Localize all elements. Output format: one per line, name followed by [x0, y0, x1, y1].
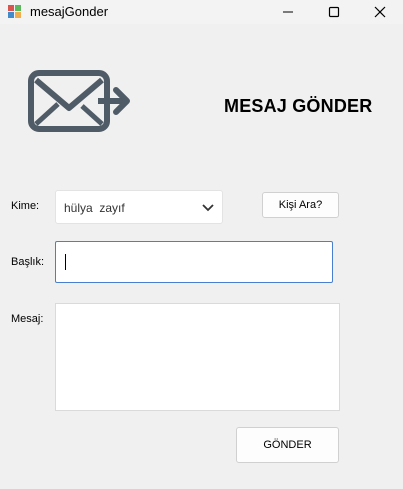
chevron-down-icon[interactable]	[202, 203, 214, 213]
text-caret	[65, 254, 66, 270]
title-bar[interactable]: mesajGonder	[0, 0, 403, 24]
message-window: mesajGonder MESAJ GÖNDER Kime: hülya zay…	[0, 0, 403, 489]
subject-label: Başlık:	[11, 256, 45, 268]
window-title: mesajGonder	[30, 4, 109, 19]
message-textarea[interactable]	[55, 303, 340, 411]
subject-input[interactable]	[55, 241, 333, 283]
maximize-icon	[328, 6, 340, 18]
recipient-label: Kime:	[11, 200, 40, 212]
mail-send-icon	[28, 70, 130, 132]
app-icon	[8, 5, 21, 18]
maximize-button[interactable]	[311, 0, 357, 24]
page-title: MESAJ GÖNDER	[224, 96, 373, 116]
close-button[interactable]	[357, 0, 403, 24]
search-contact-button[interactable]: Kişi Ara?	[262, 192, 339, 218]
minimize-button[interactable]	[265, 0, 311, 24]
close-icon	[374, 6, 386, 18]
message-label: Mesaj:	[11, 313, 44, 325]
recipient-select-value: hülya zayıf	[64, 201, 125, 215]
minimize-icon	[283, 11, 293, 13]
send-button[interactable]: GÖNDER	[236, 427, 339, 463]
recipient-select[interactable]: hülya zayıf	[55, 190, 223, 224]
